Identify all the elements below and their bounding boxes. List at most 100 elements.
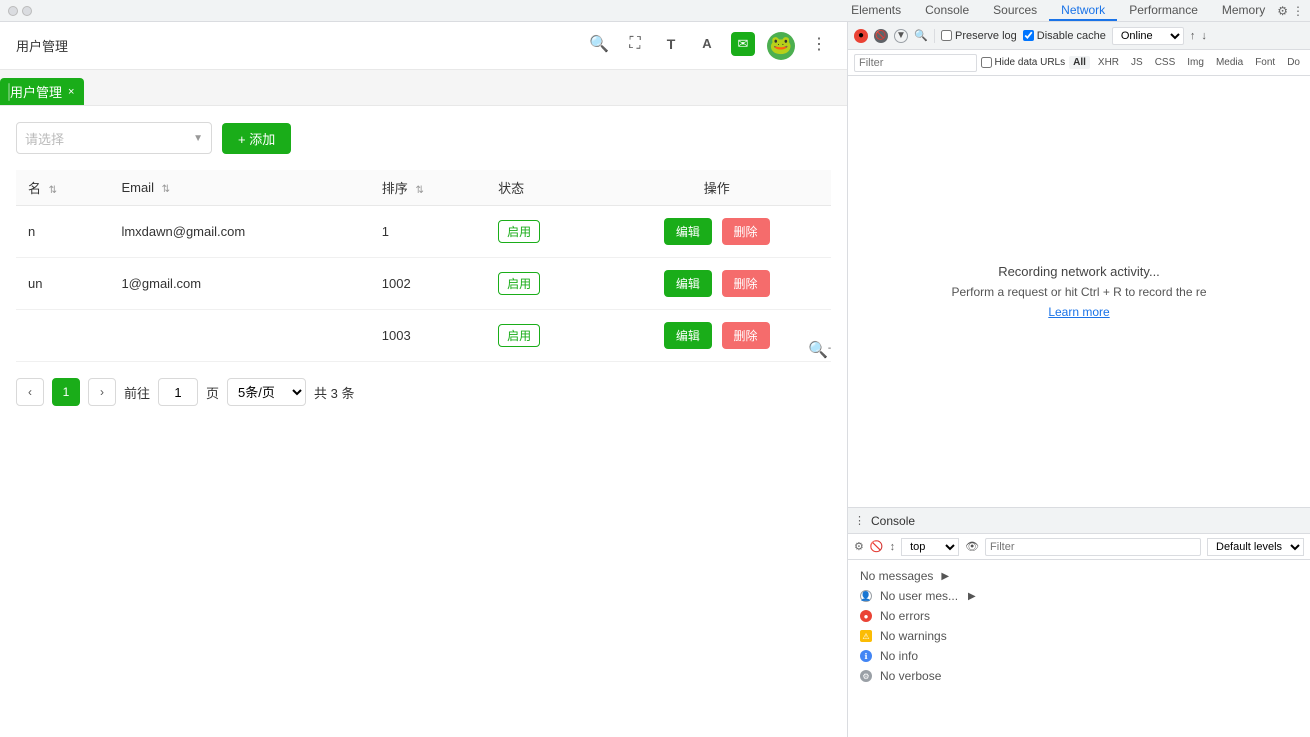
font-icon[interactable]: T <box>659 32 683 56</box>
pagination: ‹ 1 › 前往 页 5条/页 10条/页 20条/页 共 3 条 <box>16 378 831 406</box>
cell-status-0: 启用 <box>486 206 602 258</box>
breadcrumb-tab[interactable]: 用户管理 × <box>0 78 84 105</box>
preserve-log-input[interactable] <box>941 30 952 41</box>
status-badge-2: 启用 <box>498 324 540 347</box>
col-status: 状态 <box>486 170 602 206</box>
hide-data-urls-checkbox[interactable]: Hide data URLs <box>981 57 1066 68</box>
console-filter-input[interactable] <box>985 538 1201 556</box>
user-msg-icon: 👤 <box>860 590 872 602</box>
translate-icon[interactable]: A <box>695 32 719 56</box>
console-msg-no-info: ℹ No info <box>860 646 1298 666</box>
throttle-select[interactable]: Online Fast 3G Slow 3G <box>1112 27 1184 45</box>
delete-btn-1[interactable]: 删除 <box>722 270 770 297</box>
sort-email-icon[interactable]: ⇅ <box>162 184 170 195</box>
console-clear-icon[interactable]: 🚫 <box>870 540 884 553</box>
table-row: un 1@gmail.com 1002 启用 编辑 删除 <box>16 258 831 310</box>
delete-btn-2[interactable]: 删除 <box>722 322 770 349</box>
filter-type-doc[interactable]: Do <box>1283 56 1304 69</box>
recording-main-text: Recording network activity... <box>998 264 1160 279</box>
tab-network[interactable]: Network <box>1049 0 1117 21</box>
no-verbose-text: No verbose <box>880 669 941 683</box>
network-filter-input[interactable] <box>859 57 972 69</box>
prev-page-btn[interactable]: ‹ <box>16 378 44 406</box>
avatar-icon[interactable]: 🐸 <box>767 32 795 60</box>
edit-btn-1[interactable]: 编辑 <box>664 270 712 297</box>
filter-type-img[interactable]: Img <box>1183 56 1208 69</box>
learn-more-link[interactable]: Learn more <box>1048 305 1109 319</box>
disable-cache-input[interactable] <box>1023 30 1034 41</box>
tab-elements[interactable]: Elements <box>839 0 913 21</box>
disable-cache-checkbox[interactable]: Disable cache <box>1023 30 1106 42</box>
console-msg-no-messages: No messages ▶ <box>860 566 1298 586</box>
sort-rank-icon[interactable]: ⇅ <box>415 185 423 196</box>
add-button[interactable]: + 添加 <box>222 123 291 154</box>
cell-actions-2: 编辑 删除 <box>602 310 831 362</box>
clear-icon[interactable]: 🚫 <box>874 29 888 43</box>
tab-sources[interactable]: Sources <box>981 0 1049 21</box>
data-table: 名 ⇅ Email ⇅ 排序 ⇅ 状态 操作 <box>16 170 831 362</box>
more-icon[interactable]: ⋮ <box>807 32 831 56</box>
filter-icon[interactable]: ▼ <box>894 29 908 43</box>
console-level-select[interactable]: Default levels <box>1207 538 1304 556</box>
cell-rank-0: 1 <box>370 206 486 258</box>
console-context-select[interactable]: top <box>901 538 959 556</box>
console-settings-icon[interactable]: ⚙ <box>854 540 864 553</box>
fullscreen-icon[interactable]: ⛶ <box>623 32 647 56</box>
console-menu-icon[interactable]: ⋮ <box>854 514 865 527</box>
breadcrumb-close-icon[interactable]: × <box>68 86 74 98</box>
disable-cache-label: Disable cache <box>1037 30 1106 42</box>
record-icon[interactable]: ● <box>854 29 868 43</box>
download-icon[interactable]: ↓ <box>1201 30 1207 42</box>
filter-type-xhr[interactable]: XHR <box>1094 56 1123 69</box>
status-filter-select[interactable]: 请选择 ▼ <box>16 122 212 154</box>
edit-btn-0[interactable]: 编辑 <box>664 218 712 245</box>
filter-type-css[interactable]: CSS <box>1151 56 1180 69</box>
filter-type-js[interactable]: JS <box>1127 56 1147 69</box>
cell-name-0: n <box>16 206 109 258</box>
console-eye-icon[interactable]: 👁 <box>965 540 979 553</box>
app-title: 用户管理 <box>16 36 68 55</box>
no-messages-arrow[interactable]: ▶ <box>941 571 949 582</box>
mail-icon[interactable]: ✉ <box>731 32 755 56</box>
toolbar-divider-1 <box>934 29 935 43</box>
network-filter-bar: Hide data URLs All XHR JS CSS Img Media … <box>848 50 1310 76</box>
search-network-icon[interactable]: 🔍 <box>914 29 928 43</box>
no-user-text: No user mes... <box>880 589 958 603</box>
zoom-out-icon[interactable]: 🔍- <box>808 340 831 360</box>
console-expand-icon[interactable]: ↕ <box>890 541 896 553</box>
warn-icon: ⚠ <box>860 630 872 642</box>
cell-actions-0: 编辑 删除 <box>602 206 831 258</box>
console-msg-no-verbose: ⚙ No verbose <box>860 666 1298 686</box>
hide-data-urls-input[interactable] <box>981 57 992 68</box>
devtools-more-icon[interactable]: ⋮ <box>1292 4 1304 18</box>
sort-name-icon[interactable]: ⇅ <box>49 185 57 196</box>
info-icon: ℹ <box>860 650 872 662</box>
tab-memory[interactable]: Memory <box>1210 0 1277 21</box>
filter-type-all[interactable]: All <box>1069 56 1090 69</box>
goto-page-input[interactable] <box>158 378 198 406</box>
edit-btn-2[interactable]: 编辑 <box>664 322 712 349</box>
filter-type-media[interactable]: Media <box>1212 56 1247 69</box>
search-icon[interactable]: 🔍 <box>587 32 611 56</box>
breadcrumb-label: 用户管理 <box>10 82 62 101</box>
page-1-btn[interactable]: 1 <box>52 378 80 406</box>
preserve-log-checkbox[interactable]: Preserve log <box>941 30 1017 42</box>
tab-console[interactable]: Console <box>913 0 981 21</box>
filter-type-font[interactable]: Font <box>1251 56 1279 69</box>
next-page-btn[interactable]: › <box>88 378 116 406</box>
tab-performance[interactable]: Performance <box>1117 0 1210 21</box>
upload-icon[interactable]: ↑ <box>1190 30 1196 42</box>
delete-btn-0[interactable]: 删除 <box>722 218 770 245</box>
devtools-settings-icon[interactable]: ⚙ <box>1277 4 1288 18</box>
cell-name-2 <box>16 310 109 362</box>
no-info-text: No info <box>880 649 918 663</box>
cell-email-0: lmxdawn@gmail.com <box>109 206 369 258</box>
console-header: ⋮ Console <box>848 508 1310 534</box>
col-name: 名 ⇅ <box>16 170 109 206</box>
table-row: 1003 启用 编辑 删除 <box>16 310 831 362</box>
page-size-select[interactable]: 5条/页 10条/页 20条/页 <box>227 378 306 406</box>
error-icon: ● <box>860 610 872 622</box>
no-user-arrow[interactable]: ▶ <box>968 591 976 602</box>
no-errors-text: No errors <box>880 609 930 623</box>
page-label: 页 <box>206 383 219 402</box>
